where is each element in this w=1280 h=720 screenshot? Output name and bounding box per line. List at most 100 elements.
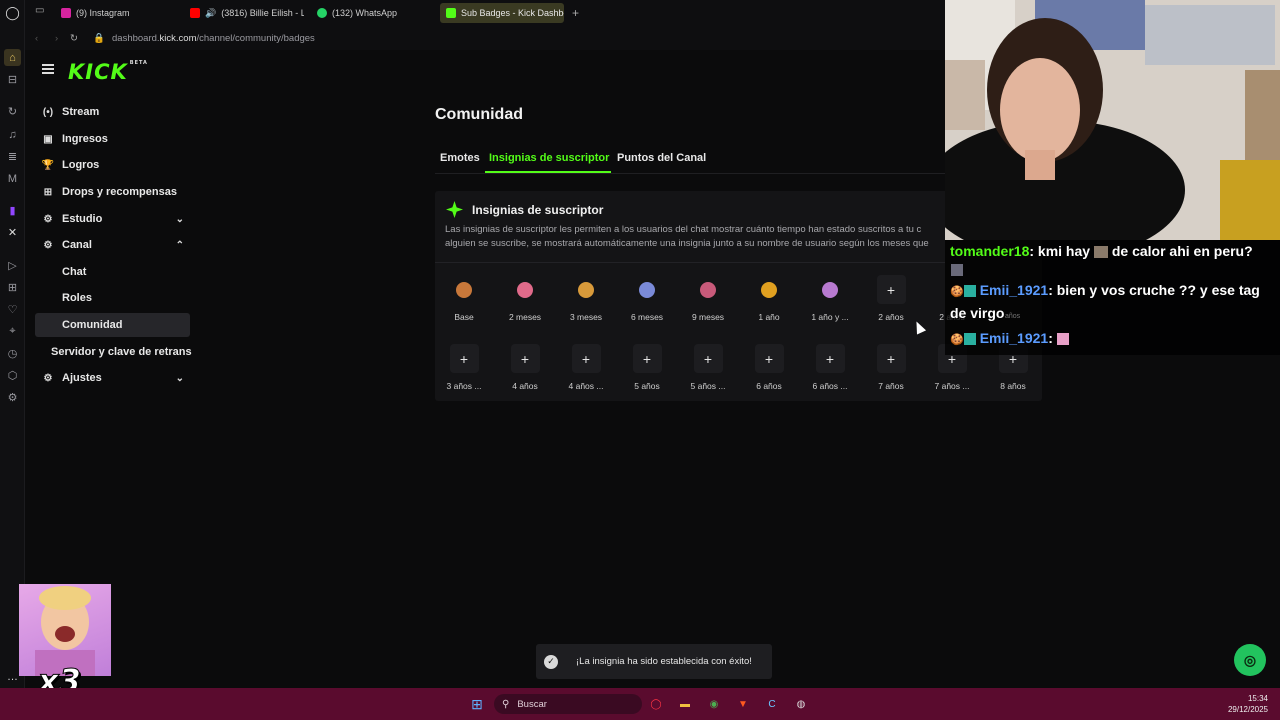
nav-logros[interactable]: 🏆 Logros xyxy=(35,153,190,177)
reload-icon[interactable]: ↻ xyxy=(70,33,78,44)
badge-slot[interactable]: +4 años ... xyxy=(557,344,615,404)
badge-slot[interactable]: +5 años ... xyxy=(679,344,737,404)
opera-logo-icon[interactable]: ◯ xyxy=(4,4,21,21)
nav-ajustes[interactable]: ⚙ Ajustes ⌄ xyxy=(35,366,190,390)
nav-canal[interactable]: ⚙ Canal ⌃ xyxy=(35,233,190,257)
youtube-icon xyxy=(190,8,200,18)
wallet-icon: ▣ xyxy=(43,133,53,145)
emote-icon xyxy=(1056,333,1069,346)
obs-icon[interactable]: ◍ xyxy=(793,696,809,712)
app-c-icon[interactable]: C xyxy=(764,696,780,712)
badge-label: 4 años ... xyxy=(568,381,604,391)
speaker-icon: 🔊 xyxy=(205,7,217,18)
chevron-up-icon: ⌃ xyxy=(175,239,184,251)
badge-image xyxy=(700,281,716,298)
cube-icon[interactable]: ⬡ xyxy=(4,367,21,384)
pin-icon[interactable]: ⌖ xyxy=(4,323,21,340)
taskbar-search[interactable]: ⚲ Buscar xyxy=(494,694,642,714)
badge-slot[interactable]: +6 años ... xyxy=(801,344,859,404)
chat-message: 🍪 Emii_1921: bien y vos cruche ?? y ese t… xyxy=(950,282,1260,298)
new-tab-button[interactable]: + xyxy=(566,3,582,23)
chat-username: tomander18 xyxy=(950,243,1030,259)
menu-icon[interactable] xyxy=(42,64,54,74)
opera-taskbar-icon[interactable]: ◯ xyxy=(648,696,664,712)
badge-icon: 🍪 xyxy=(950,334,964,346)
tab-overview-icon[interactable]: ▭ xyxy=(35,5,44,16)
x-icon[interactable]: ✕ xyxy=(4,224,21,241)
instagram-icon xyxy=(61,8,71,18)
gift-icon: ⊞ xyxy=(43,186,53,198)
refresh-icon[interactable]: ↻ xyxy=(4,103,21,120)
nav-drops[interactable]: ⊞ Drops y recompensas xyxy=(35,180,190,204)
back-icon[interactable]: ‹ xyxy=(35,33,38,44)
kick-logo[interactable]: KICK BETA xyxy=(68,60,148,84)
nav-chat[interactable]: Chat xyxy=(35,260,190,284)
nav-servidor[interactable]: Servidor y clave de retrans xyxy=(35,340,205,364)
nav-roles[interactable]: Roles xyxy=(35,286,190,310)
twitch-icon[interactable]: ▮ xyxy=(4,202,21,219)
badge-slot[interactable]: 1 año xyxy=(740,275,798,335)
badge-label: 6 años ... xyxy=(812,381,848,391)
badge-slot[interactable]: +4 años xyxy=(496,344,554,404)
badge-slot[interactable]: +3 años ... xyxy=(435,344,493,404)
m-icon[interactable]: M xyxy=(4,170,21,187)
badge-image xyxy=(517,281,533,298)
badge-slot[interactable]: 9 meses xyxy=(679,275,737,335)
support-button[interactable]: ◎ xyxy=(1234,644,1266,676)
badge-image xyxy=(456,281,472,298)
settings-icon: ⚙ xyxy=(43,372,53,384)
badge-image xyxy=(639,281,655,298)
add-badge-icon: + xyxy=(632,344,662,373)
chat-username: Emii_1921 xyxy=(979,330,1049,346)
grid-icon[interactable]: ⊞ xyxy=(4,279,21,296)
badge-image xyxy=(578,281,594,298)
nav-ingresos[interactable]: ▣ Ingresos xyxy=(35,127,190,151)
home-icon[interactable]: ⌂ xyxy=(4,49,21,66)
tab-emotes[interactable]: Emotes xyxy=(440,152,480,164)
badge-slot[interactable]: 2 meses xyxy=(496,275,554,335)
settings-icon[interactable]: ⚙ xyxy=(4,389,21,406)
tab-instagram[interactable]: (9) Instagram xyxy=(55,3,175,23)
system-clock: 15:34 29/12/2025 xyxy=(1227,694,1268,714)
badge-slot[interactable]: +5 años xyxy=(618,344,676,404)
sparkle-icon xyxy=(446,201,463,218)
badge-icon xyxy=(633,275,662,304)
badge-image xyxy=(761,281,777,298)
badge-label: 5 años xyxy=(634,381,660,391)
badge-slot[interactable]: 1 año y ... xyxy=(801,275,859,335)
gamepad-icon[interactable]: ⊟ xyxy=(4,71,21,88)
badge-slot[interactable]: +6 años xyxy=(740,344,798,404)
badge-label: 5 años ... xyxy=(690,381,726,391)
tab-whatsapp[interactable]: (132) WhatsApp xyxy=(311,3,431,23)
badge-label: 7 años xyxy=(878,381,904,391)
url-field[interactable]: dashboard.kick.com/channel/community/bad… xyxy=(112,33,315,44)
badge-label: 2 meses xyxy=(508,312,542,322)
brave-icon[interactable]: ▼ xyxy=(735,696,751,712)
badge-slot[interactable]: 3 meses xyxy=(557,275,615,335)
badge-slot[interactable]: 6 meses xyxy=(618,275,676,335)
badge-label: 6 años xyxy=(756,381,782,391)
nav-estudio[interactable]: ⚙ Estudio ⌄ xyxy=(35,207,190,231)
chrome-icon[interactable]: ◉ xyxy=(706,696,722,712)
nav-stream[interactable]: (•) Stream xyxy=(35,100,190,124)
tab-puntos[interactable]: Puntos del Canal xyxy=(617,152,706,164)
windows-start-icon[interactable]: ⊞ xyxy=(469,696,485,712)
badge-label: Base xyxy=(454,312,474,322)
tab-kick-badges[interactable]: Sub Badges - Kick Dashbo xyxy=(440,3,564,23)
play-icon[interactable]: ▷ xyxy=(4,257,21,274)
nav-comunidad[interactable]: Comunidad xyxy=(35,313,190,337)
tab-insignias[interactable]: Insignias de suscriptor xyxy=(489,152,609,164)
folder-icon[interactable]: ▬ xyxy=(677,696,693,712)
tab-youtube[interactable]: 🔊 (3816) Billie Eilish - LU xyxy=(184,3,304,23)
stack-icon[interactable]: ≣ xyxy=(4,148,21,165)
add-badge-icon: + xyxy=(754,344,784,373)
forward-icon[interactable]: › xyxy=(55,33,58,44)
badge-slot[interactable]: +7 años xyxy=(862,344,920,404)
music-icon[interactable]: ♫ xyxy=(4,126,21,143)
badge-slot[interactable]: Base xyxy=(435,275,493,335)
badge-icon xyxy=(572,275,601,304)
badge-slot[interactable]: +2 años xyxy=(862,275,920,335)
channel-icon: ⚙ xyxy=(43,239,53,251)
heart-icon[interactable]: ♡ xyxy=(4,301,21,318)
history-icon[interactable]: ◷ xyxy=(4,345,21,362)
